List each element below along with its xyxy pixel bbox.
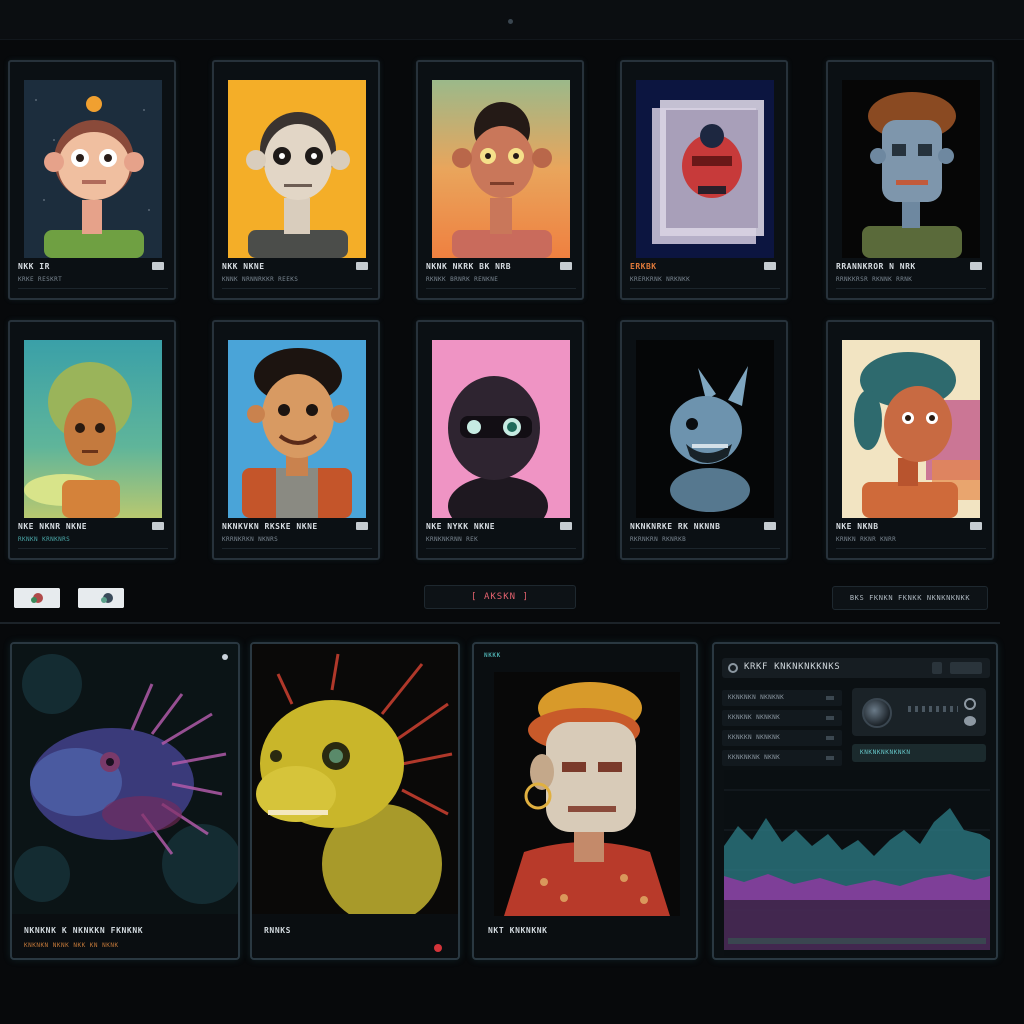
- stat-row[interactable]: KKNKNK NKNKNK: [722, 710, 842, 726]
- chain-badge: [764, 522, 776, 530]
- panel-title: KRKF KNKNKNKKNKS: [744, 662, 841, 672]
- nft-title: NKNK NKRK BK NRB: [426, 262, 512, 271]
- nft-meta: KNNK NRNNRKKR REEKS: [222, 276, 299, 283]
- nft-artwork-monkey-yellow-bg: [228, 80, 366, 258]
- divider: [222, 288, 372, 289]
- nft-artwork-hooded-ninja: [432, 340, 570, 518]
- stat-row[interactable]: KKNKKN NKNKNK: [722, 730, 842, 746]
- featured-nft-card[interactable]: RNNKS: [250, 642, 460, 960]
- nft-title: NKE NYKK NKNE: [426, 522, 496, 531]
- divider: [18, 288, 168, 289]
- featured-nft-card[interactable]: NKKK NKT KNKNKNK: [472, 642, 698, 960]
- nft-artwork-teal-hair-character: [842, 340, 980, 518]
- level-meter: [908, 706, 958, 712]
- featured-nft-card[interactable]: NKNKNK K NKNKKN FKNKNK KNKNKN NKNK NKK K…: [10, 642, 240, 960]
- stat-row[interactable]: KKNKNKN NKNKNK: [722, 690, 842, 706]
- divider: [18, 548, 168, 549]
- nft-card[interactable]: ERKBK KRERKRNK NRKNKK: [620, 60, 788, 300]
- divider: [836, 548, 986, 549]
- nft-card[interactable]: NKNK NKRK BK NRB RKNKK BRNRK RENKNE: [416, 60, 584, 300]
- nft-meta: KRRNKRKN NKNRS: [222, 536, 279, 543]
- nft-title: NKNKVKN RKSKE NKNE: [222, 522, 318, 531]
- divider: [426, 288, 576, 289]
- divider: [836, 288, 986, 289]
- nft-artwork-robot-afro: [842, 80, 980, 258]
- chain-badge: [560, 522, 572, 530]
- menu-button[interactable]: [950, 662, 982, 674]
- nft-title: NKK NKNE: [222, 262, 265, 271]
- nft-card[interactable]: NKNKNRKE RK NKNNB RKRNKRN RKNRKB: [620, 320, 788, 560]
- top-bar: [0, 0, 1024, 40]
- chain-badge: [970, 262, 982, 270]
- divider: [222, 548, 372, 549]
- collection-label: NKKK: [484, 652, 501, 659]
- nft-card[interactable]: RRANNKROR N NRK RRNKKRSR RKNNK RRNK: [826, 60, 994, 300]
- nft-meta: RRNKKRSR RKNNK RRNK: [836, 276, 913, 283]
- nft-meta: KRNKN RKNR KNRR: [836, 536, 897, 543]
- activity-chart: [724, 770, 990, 956]
- nft-title: RRANNKROR N NRK: [836, 262, 916, 271]
- chain-badge: [560, 262, 572, 270]
- status-dot: [222, 654, 228, 660]
- nft-artwork-monkey-orange-hair: [24, 80, 162, 258]
- nft-artwork-sea-creature: [12, 644, 238, 914]
- stat-row[interactable]: KKNKNKNK NKNK: [722, 750, 842, 766]
- sort-dropdown[interactable]: BKS FKNKN FKNKK NKNKNKNKK: [832, 586, 988, 610]
- knob-icon[interactable]: [862, 698, 892, 728]
- nft-artwork-blue-creature: [636, 340, 774, 518]
- nft-meta: RKRNKRN RKNRKB: [630, 536, 687, 543]
- chain-badge: [356, 522, 368, 530]
- nft-artwork-zombie-punk: [494, 672, 680, 916]
- section-divider: [0, 622, 1000, 624]
- thumbnail-button[interactable]: [14, 588, 60, 608]
- nft-meta: RKNKN KRNKNRS: [18, 536, 71, 543]
- nft-card[interactable]: NKE NKNB KRNKN RKNR KNRR: [826, 320, 994, 560]
- nft-title: NKT KNKNKNK: [488, 926, 548, 935]
- live-indicator: [434, 944, 442, 952]
- nft-artwork-yellow-dinosaur: [252, 644, 458, 914]
- filter-button[interactable]: [ AKSKN ]: [424, 585, 576, 609]
- divider: [630, 548, 780, 549]
- nft-title: RNNKS: [264, 926, 292, 935]
- nft-artwork-green-hair-character: [24, 340, 162, 518]
- chain-badge: [764, 262, 776, 270]
- status-dot: [508, 19, 513, 24]
- nft-title: NKE NKNR NKNE: [18, 522, 88, 531]
- chain-badge: [970, 522, 982, 530]
- divider: [426, 548, 576, 549]
- nft-title: NKE NKNB: [836, 522, 879, 531]
- nft-artwork-glitch-mask: [636, 80, 774, 258]
- nft-title: ERKBK: [630, 262, 657, 271]
- action-button[interactable]: KNKNKNKNKNKN: [852, 744, 986, 762]
- nft-card[interactable]: NKNKVKN RKSKE NKNE KRRNKRKN NKNRS: [212, 320, 380, 560]
- chain-badge: [152, 262, 164, 270]
- toggle-icon[interactable]: [964, 716, 976, 726]
- nft-artwork-monkey-curly-hair: [432, 80, 570, 258]
- chain-badge: [356, 262, 368, 270]
- nft-card[interactable]: NKE NYKK NKNE KRNKNKRNN REK: [416, 320, 584, 560]
- panel-header: KRKF KNKNKNKKNKS: [722, 658, 990, 678]
- nft-title: NKNKNK K NKNKKN FKNKNK: [24, 926, 144, 935]
- nft-card[interactable]: NKK IR KRKE RESKRT: [8, 60, 176, 300]
- control-box: [852, 688, 986, 736]
- nft-card[interactable]: NKE NKNR NKNE RKNKN KRNKNRS: [8, 320, 176, 560]
- nft-title: NKNKNRKE RK NKNNB: [630, 522, 721, 531]
- nft-card[interactable]: NKK NKNE KNNK NRNNRKKR REEKS: [212, 60, 380, 300]
- nft-meta: KRNKNKRNN REK: [426, 536, 479, 543]
- nft-meta: KRERKRNK NRKNKK: [630, 276, 691, 283]
- gear-icon[interactable]: [728, 663, 738, 673]
- thumbnail-button[interactable]: [78, 588, 124, 608]
- chain-badge: [152, 522, 164, 530]
- nft-meta: KNKNKN NKNK NKK KN NKNK: [24, 942, 119, 949]
- divider: [630, 288, 780, 289]
- toggle-icon[interactable]: [964, 698, 976, 710]
- nft-artwork-boy-blue-bg: [228, 340, 366, 518]
- nft-meta: KRKE RESKRT: [18, 276, 63, 283]
- settings-button[interactable]: [932, 662, 942, 674]
- nft-title: NKK IR: [18, 262, 50, 271]
- nft-meta: RKNKK BRNRK RENKNE: [426, 276, 499, 283]
- analytics-panel: KRKF KNKNKNKKNKS KKNKNKN NKNKNK KKNKNK N…: [712, 642, 998, 960]
